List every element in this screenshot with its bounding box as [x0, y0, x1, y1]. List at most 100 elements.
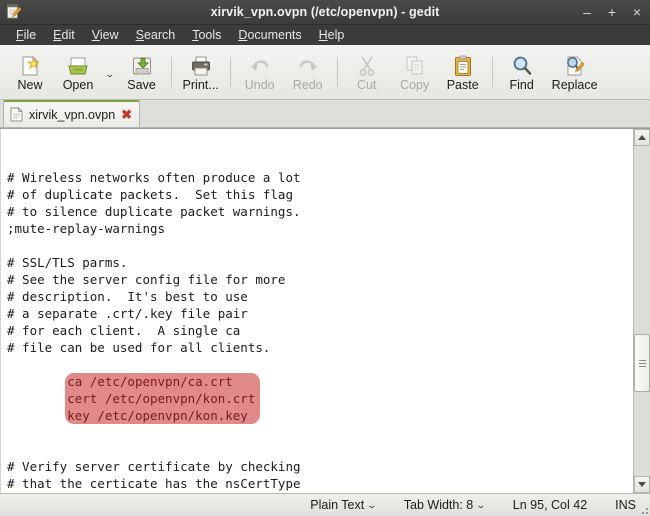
copy-button[interactable]: Copy: [391, 52, 439, 93]
window-controls: – + ×: [581, 5, 643, 19]
redo-button[interactable]: Redo: [284, 52, 332, 93]
copy-button-label: Copy: [400, 77, 430, 92]
maximize-button[interactable]: +: [606, 5, 618, 19]
code-line: ca /etc/openvpn/ca.crt: [67, 374, 233, 389]
cursor-position: Ln 95, Col 42: [499, 498, 601, 512]
replace-button-label: Replace: [551, 77, 598, 92]
toolbar-separator: [229, 57, 231, 87]
find-button-label: Find: [509, 77, 534, 92]
tab-bar: xirvik_vpn.ovpn ✖: [0, 100, 650, 128]
code-line: # of duplicate packets. Set this flag: [7, 187, 293, 202]
copy-pages-icon: [403, 54, 427, 78]
toolbar: New Open ⌄ Save Print... Undo Redo Cut C…: [0, 45, 650, 100]
find-replace-icon: [563, 54, 587, 78]
menu-item-search[interactable]: Search: [128, 26, 184, 45]
scrollbar-thumb[interactable]: [634, 334, 650, 393]
scrollbar-grip-icon: [638, 359, 646, 367]
toolbar-separator: [491, 57, 493, 87]
open-folder-icon: [66, 54, 90, 78]
highlighted-selection[interactable]: ca /etc/openvpn/ca.crt cert /etc/openvpn/…: [65, 373, 261, 424]
undo-button[interactable]: Undo: [236, 52, 284, 93]
new-document-icon: [18, 54, 42, 78]
gedit-window: xirvik_vpn.ovpn (/etc/openvpn) - gedit –…: [0, 0, 650, 516]
document-content: # Wireless networks often produce a lot #…: [1, 135, 633, 493]
tab-xirvik-vpn-ovpn[interactable]: xirvik_vpn.ovpn ✖: [3, 100, 141, 127]
chevron-down-icon: ⌄: [475, 499, 487, 510]
new-button[interactable]: New: [6, 52, 54, 93]
menu-item-help[interactable]: Help: [311, 26, 353, 45]
print-button-label: Print...: [182, 77, 219, 92]
code-line: # file can be used for all clients.: [7, 340, 271, 355]
open-button-label: Open: [62, 77, 94, 92]
search-magnifier-icon: [510, 54, 534, 78]
code-line: # See the server config file for more: [7, 272, 286, 287]
cut-button[interactable]: Cut: [343, 52, 391, 93]
toolbar-separator: [170, 57, 172, 87]
code-line: # Wireless networks often produce a lot: [7, 170, 301, 185]
save-disk-icon: [130, 54, 154, 78]
save-button-label: Save: [127, 77, 156, 92]
code-line: # a separate .crt/.key file pair: [7, 306, 248, 321]
editor-area: # Wireless networks often produce a lot #…: [0, 128, 650, 493]
insert-mode-label: INS: [615, 498, 636, 512]
undo-arrow-icon: [248, 54, 272, 78]
close-button[interactable]: ×: [631, 5, 643, 19]
code-lines-after: # Verify server certificate by checking #…: [7, 441, 633, 493]
code-line: # to silence duplicate packet warnings.: [7, 204, 301, 219]
resize-grip-icon[interactable]: [638, 504, 648, 514]
print-button[interactable]: Print...: [177, 52, 225, 93]
code-line: ;mute-replay-warnings: [7, 221, 166, 236]
code-line: key /etc/openvpn/kon.key: [67, 408, 248, 423]
open-dropdown-chevron-down-icon[interactable]: ⌄: [99, 69, 121, 80]
menu-item-edit[interactable]: Edit: [45, 26, 83, 45]
code-line: cert /etc/openvpn/kon.crt: [67, 391, 256, 406]
code-line: # that the certicate has the nsCertType: [7, 476, 301, 491]
tab-width-selector[interactable]: Tab Width: 8 ⌄: [390, 498, 499, 512]
code-line: # Verify server certificate by checking: [7, 459, 301, 474]
menu-item-file[interactable]: File: [8, 26, 44, 45]
text-editor[interactable]: # Wireless networks often produce a lot #…: [0, 129, 633, 493]
status-bar: Plain Text ⌄ Tab Width: 8 ⌄ Ln 95, Col 4…: [0, 493, 650, 516]
title-bar: xirvik_vpn.ovpn (/etc/openvpn) - gedit –…: [0, 0, 650, 25]
undo-button-label: Undo: [244, 77, 275, 92]
menu-item-view[interactable]: View: [84, 26, 127, 45]
printer-icon: [189, 54, 213, 78]
redo-arrow-icon: [296, 54, 320, 78]
code-line: # for each client. A single ca: [7, 323, 241, 338]
menu-item-tools[interactable]: Tools: [184, 26, 229, 45]
code-line: # description. It's best to use: [7, 289, 248, 304]
paste-button-label: Paste: [446, 77, 479, 92]
minimize-button[interactable]: –: [581, 5, 593, 19]
replace-button[interactable]: Replace: [546, 52, 604, 93]
menu-bar: File Edit View Search Tools Documents He…: [0, 25, 650, 45]
menu-item-documents[interactable]: Documents: [230, 26, 309, 45]
window-title: xirvik_vpn.ovpn (/etc/openvpn) - gedit: [210, 5, 440, 19]
language-label: Plain Text: [310, 498, 365, 512]
save-button[interactable]: Save: [118, 52, 166, 93]
chevron-down-icon: ⌄: [366, 499, 378, 510]
vertical-scrollbar[interactable]: [633, 129, 650, 493]
gedit-app-icon: [5, 3, 23, 21]
scissors-icon: [355, 54, 379, 78]
open-button[interactable]: Open: [54, 52, 102, 93]
clipboard-icon: [451, 54, 475, 78]
scroll-down-arrow-icon[interactable]: [634, 476, 650, 493]
new-button-label: New: [17, 77, 43, 92]
scrollbar-track[interactable]: [634, 146, 650, 476]
find-button[interactable]: Find: [498, 52, 546, 93]
tab-label: xirvik_vpn.ovpn: [29, 107, 116, 122]
paste-button[interactable]: Paste: [439, 52, 487, 93]
cursor-position-label: Ln 95, Col 42: [512, 498, 588, 512]
document-icon: [10, 107, 23, 122]
language-selector[interactable]: Plain Text ⌄: [296, 498, 390, 512]
code-line: # SSL/TLS parms.: [7, 255, 128, 270]
scroll-up-arrow-icon[interactable]: [634, 129, 650, 146]
redo-button-label: Redo: [292, 77, 323, 92]
tab-width-label: Tab Width: 8: [403, 498, 474, 512]
toolbar-separator: [336, 57, 338, 87]
code-lines-before: # Wireless networks often produce a lot #…: [7, 169, 633, 356]
cut-button-label: Cut: [356, 77, 377, 92]
tab-close-icon[interactable]: ✖: [121, 108, 132, 121]
